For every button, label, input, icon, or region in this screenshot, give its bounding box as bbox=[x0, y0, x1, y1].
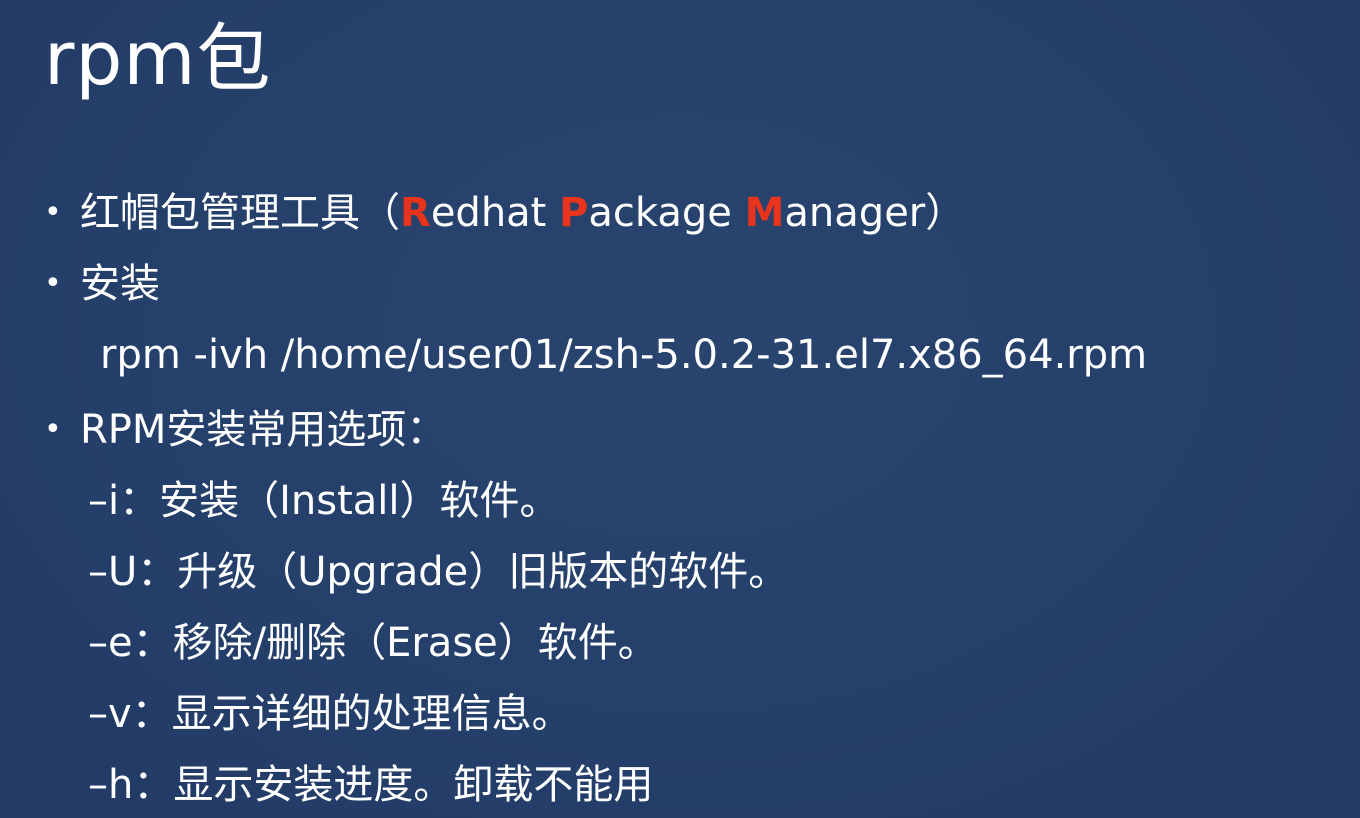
word-rest-package: ackage bbox=[588, 190, 745, 236]
highlight-initial-p: P bbox=[559, 190, 589, 236]
option-install: –i：安装（Install）软件。 bbox=[88, 478, 560, 524]
slide-title: rpm包 bbox=[44, 16, 272, 102]
option-upgrade: –U：升级（Upgrade）旧版本的软件。 bbox=[88, 549, 789, 595]
bullet-item-options-heading: RPM安装常用选项： bbox=[80, 407, 447, 453]
option-erase: –e：移除/删除（Erase）软件。 bbox=[88, 620, 658, 666]
definition-prefix: 红帽包管理工具（ bbox=[80, 190, 400, 236]
bullet-item-install: 安装 bbox=[80, 261, 160, 307]
option-hash-progress: –h：显示安装进度。卸载不能用 bbox=[88, 762, 654, 808]
slide: rpm包 • 红帽包管理工具（Redhat Package Manager） •… bbox=[0, 0, 1360, 818]
definition-suffix: ） bbox=[925, 190, 966, 236]
word-rest-manager: anager bbox=[784, 190, 926, 236]
bullet-item-rpm-definition: 红帽包管理工具（Redhat Package Manager） bbox=[80, 188, 965, 238]
bullet-icon: • bbox=[44, 412, 62, 447]
highlight-initial-m: M bbox=[744, 190, 785, 236]
bullet-icon: • bbox=[44, 195, 62, 230]
install-command: rpm -ivh /home/user01/zsh-5.0.2-31.el7.x… bbox=[100, 332, 1148, 378]
highlight-initial-r: R bbox=[400, 190, 431, 236]
word-rest-redhat: edhat bbox=[430, 190, 560, 236]
option-verbose: –v：显示详细的处理信息。 bbox=[88, 691, 572, 737]
bullet-icon: • bbox=[44, 266, 62, 301]
